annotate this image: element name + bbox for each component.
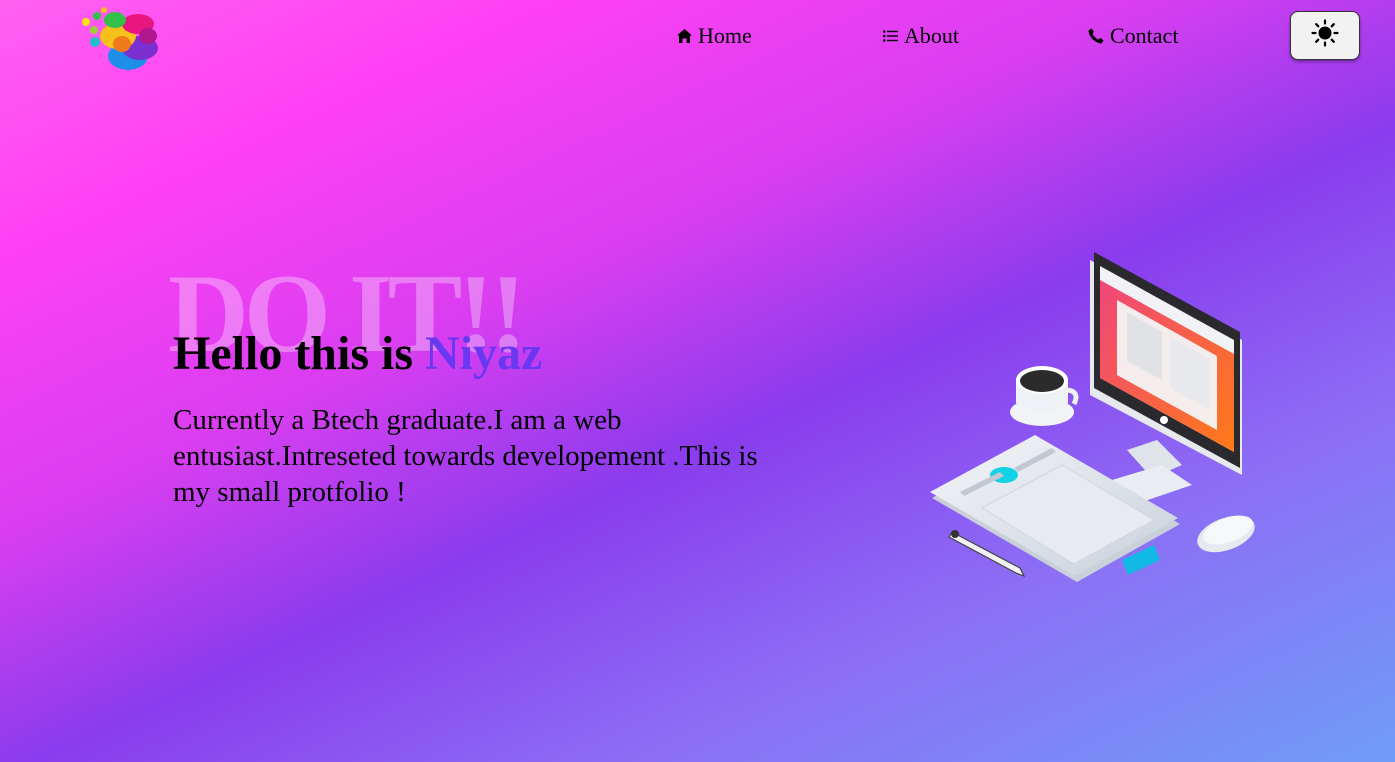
nav-about-label: About <box>904 23 959 48</box>
hero-description: Currently a Btech graduate.I am a web en… <box>173 404 758 508</box>
workspace-illustration <box>922 240 1262 595</box>
nav-contact-link[interactable]: Contact <box>1088 20 1178 52</box>
list-icon <box>883 30 898 42</box>
home-icon <box>677 29 692 43</box>
main-nav: Home About Contact <box>0 20 1395 52</box>
theme-toggle-button[interactable] <box>1290 11 1360 60</box>
sun-icon <box>1311 19 1339 52</box>
hero-title: Hello this is Niyaz <box>173 330 542 378</box>
hero-name: Niyaz <box>425 327 543 380</box>
phone-icon <box>1088 28 1104 44</box>
hero-title-prefix: Hello this is <box>173 327 426 380</box>
nav-about-link[interactable]: About <box>883 20 959 52</box>
nav-contact-label: Contact <box>1110 23 1179 48</box>
nav-home-label: Home <box>698 23 752 48</box>
nav-home-link[interactable]: Home <box>677 20 752 52</box>
